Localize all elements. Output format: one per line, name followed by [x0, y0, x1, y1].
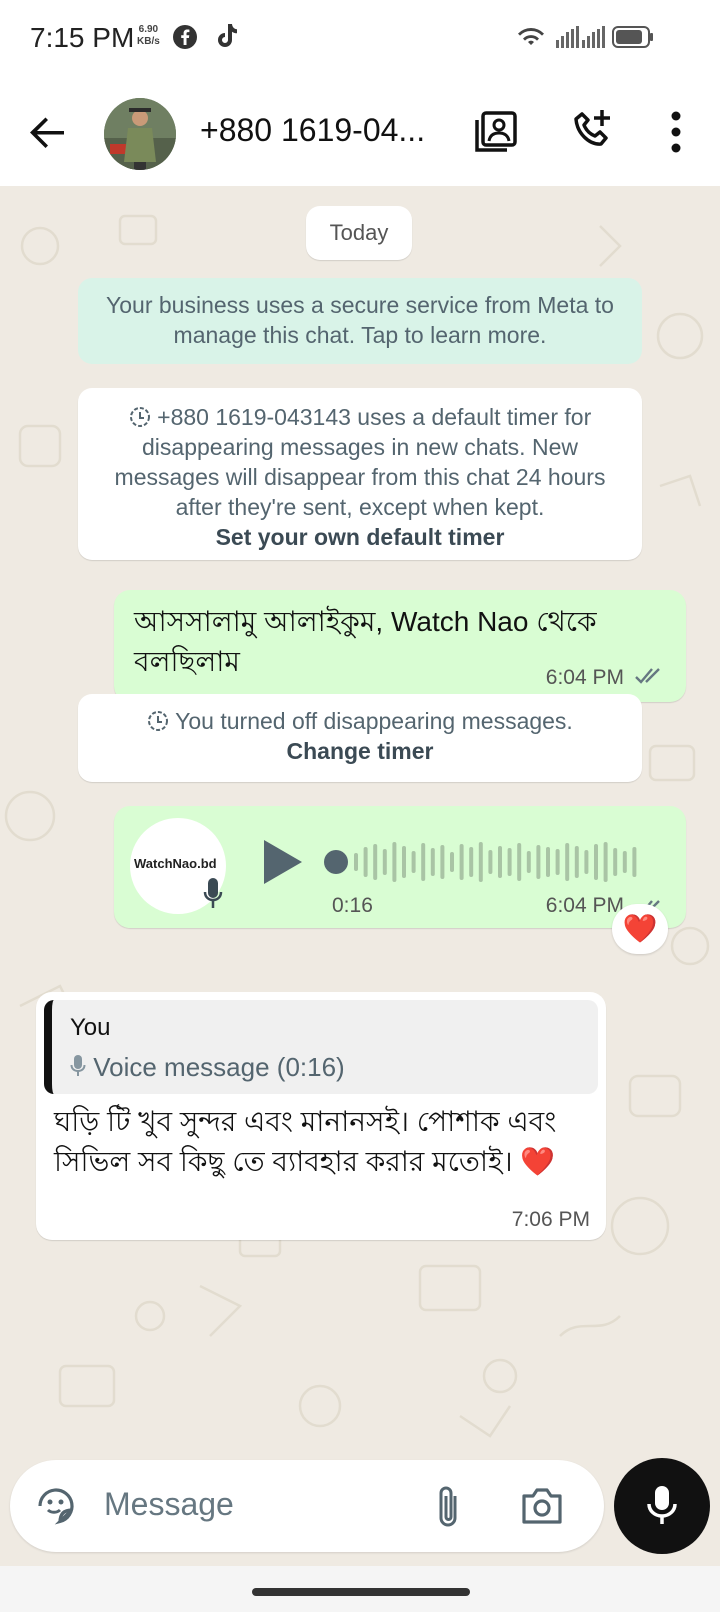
- play-icon[interactable]: [260, 838, 304, 886]
- message-composer: Message: [10, 1460, 604, 1552]
- status-bar: 7:15 PM 6.90 KB/s: [0, 0, 720, 82]
- set-default-timer-link[interactable]: Set your own default timer: [216, 524, 505, 550]
- reaction-heart[interactable]: ❤️: [612, 904, 668, 954]
- waveform-bar: [603, 842, 608, 882]
- facebook-icon: [173, 25, 197, 49]
- waveform-bar: [392, 842, 397, 882]
- business-notice[interactable]: Your business uses a secure service from…: [78, 278, 642, 364]
- waveform-bar: [373, 844, 378, 880]
- waveform-bar: [565, 843, 570, 881]
- timer-icon: [129, 407, 150, 427]
- sticker-icon[interactable]: [34, 1484, 78, 1528]
- waveform-bar: [632, 847, 637, 877]
- waveform-bar: [363, 847, 368, 877]
- message-time: 6:04 PM: [545, 666, 624, 689]
- voice-duration: 0:16: [332, 894, 373, 917]
- waveform-bar: [450, 852, 454, 872]
- network-speed: 6.90 KB/s: [137, 24, 160, 47]
- waveform-bar: [382, 849, 387, 875]
- incoming-message[interactable]: You Voice message (0:16) ঘড়ি টি খুব সুন…: [36, 992, 606, 1240]
- message-input[interactable]: Message: [104, 1486, 234, 1523]
- camera-icon[interactable]: [520, 1486, 564, 1526]
- waveform-bar: [555, 849, 560, 875]
- date-divider: Today: [306, 206, 412, 260]
- battery-icon: [612, 26, 653, 48]
- signal-icon: [556, 26, 579, 48]
- disappearing-timer-notice[interactable]: +880 1619-043143 uses a default timer fo…: [78, 388, 642, 560]
- timer-icon: [148, 711, 169, 731]
- waveform-bar: [430, 848, 435, 876]
- waveform-bar: [546, 847, 550, 877]
- waveform-bar: [507, 848, 512, 876]
- waveform-bar: [526, 851, 531, 873]
- change-timer-link[interactable]: Change timer: [287, 738, 434, 764]
- waveform-bar: [402, 846, 406, 878]
- waveform-bar: [517, 843, 522, 881]
- quoted-message[interactable]: You Voice message (0:16): [44, 1000, 598, 1094]
- waveform-bar: [498, 846, 502, 878]
- waveform-bar: [478, 842, 483, 882]
- quote-text-row: Voice message (0:16): [70, 1052, 345, 1083]
- chat-header: +880 1619-04...: [0, 82, 720, 186]
- mic-icon: [647, 1486, 677, 1524]
- disappearing-off-notice[interactable]: You turned off disappearing messages. Ch…: [78, 694, 642, 782]
- back-arrow-icon[interactable]: [28, 112, 68, 152]
- voice-message[interactable]: WatchNao.bd 0:16 6:04 PM: [114, 806, 686, 928]
- avatar-photo: [104, 98, 176, 170]
- message-text: ঘড়ি টি খুব সুন্দর এবং মানানসই। পোশাক এব…: [54, 1106, 557, 1177]
- status-time: 7:15 PM: [30, 22, 135, 53]
- waveform-bar: [488, 850, 493, 874]
- quote-text: Voice message (0:16): [93, 1052, 345, 1082]
- voice-record-button[interactable]: [614, 1458, 710, 1554]
- message-time: 7:06 PM: [511, 1208, 590, 1231]
- waveform-bar: [622, 851, 627, 873]
- turnoff-notice-text: You turned off disappearing messages.: [175, 708, 573, 734]
- system-nav-bar: [0, 1566, 720, 1612]
- outgoing-message[interactable]: আসসালামু আলাইকুম, Watch Nao থেকে বলছিলাম…: [114, 590, 686, 702]
- contact-name[interactable]: +880 1619-04...: [200, 112, 425, 149]
- waveform-bar: [411, 851, 416, 873]
- waveform-bar: [421, 843, 426, 881]
- catalog-icon[interactable]: [474, 110, 518, 154]
- chat-area[interactable]: Today Your business uses a secure servic…: [0, 186, 720, 1512]
- mic-icon: [70, 1055, 86, 1076]
- double-check-icon: [635, 668, 660, 684]
- tiktok-icon: [218, 24, 237, 47]
- quote-author: You: [70, 1014, 111, 1041]
- waveform-bar: [594, 844, 598, 880]
- waveform-bar: [536, 845, 541, 879]
- waveform-bar: [469, 847, 474, 877]
- waveform-bar: [354, 853, 358, 871]
- mic-icon: [203, 878, 223, 908]
- waveform[interactable]: [324, 840, 644, 884]
- timer-notice-text: +880 1619-043143 uses a default timer fo…: [114, 404, 606, 520]
- waveform-bar: [440, 845, 445, 879]
- waveform-bar: [574, 846, 579, 878]
- more-vert-icon[interactable]: [666, 110, 686, 154]
- contact-avatar[interactable]: [104, 98, 176, 170]
- avatar-logo-text: WatchNao.bd: [134, 856, 217, 871]
- waveform-bar: [584, 850, 589, 874]
- waveform-bar: [613, 848, 618, 876]
- signal-icon: [582, 26, 605, 48]
- message-time: 6:04 PM: [545, 894, 624, 917]
- home-gesture-handle[interactable]: [252, 1588, 470, 1596]
- waveform-bar: [459, 844, 464, 880]
- wifi-icon: [518, 28, 544, 45]
- add-call-icon[interactable]: [570, 108, 614, 152]
- attach-icon[interactable]: [434, 1484, 462, 1530]
